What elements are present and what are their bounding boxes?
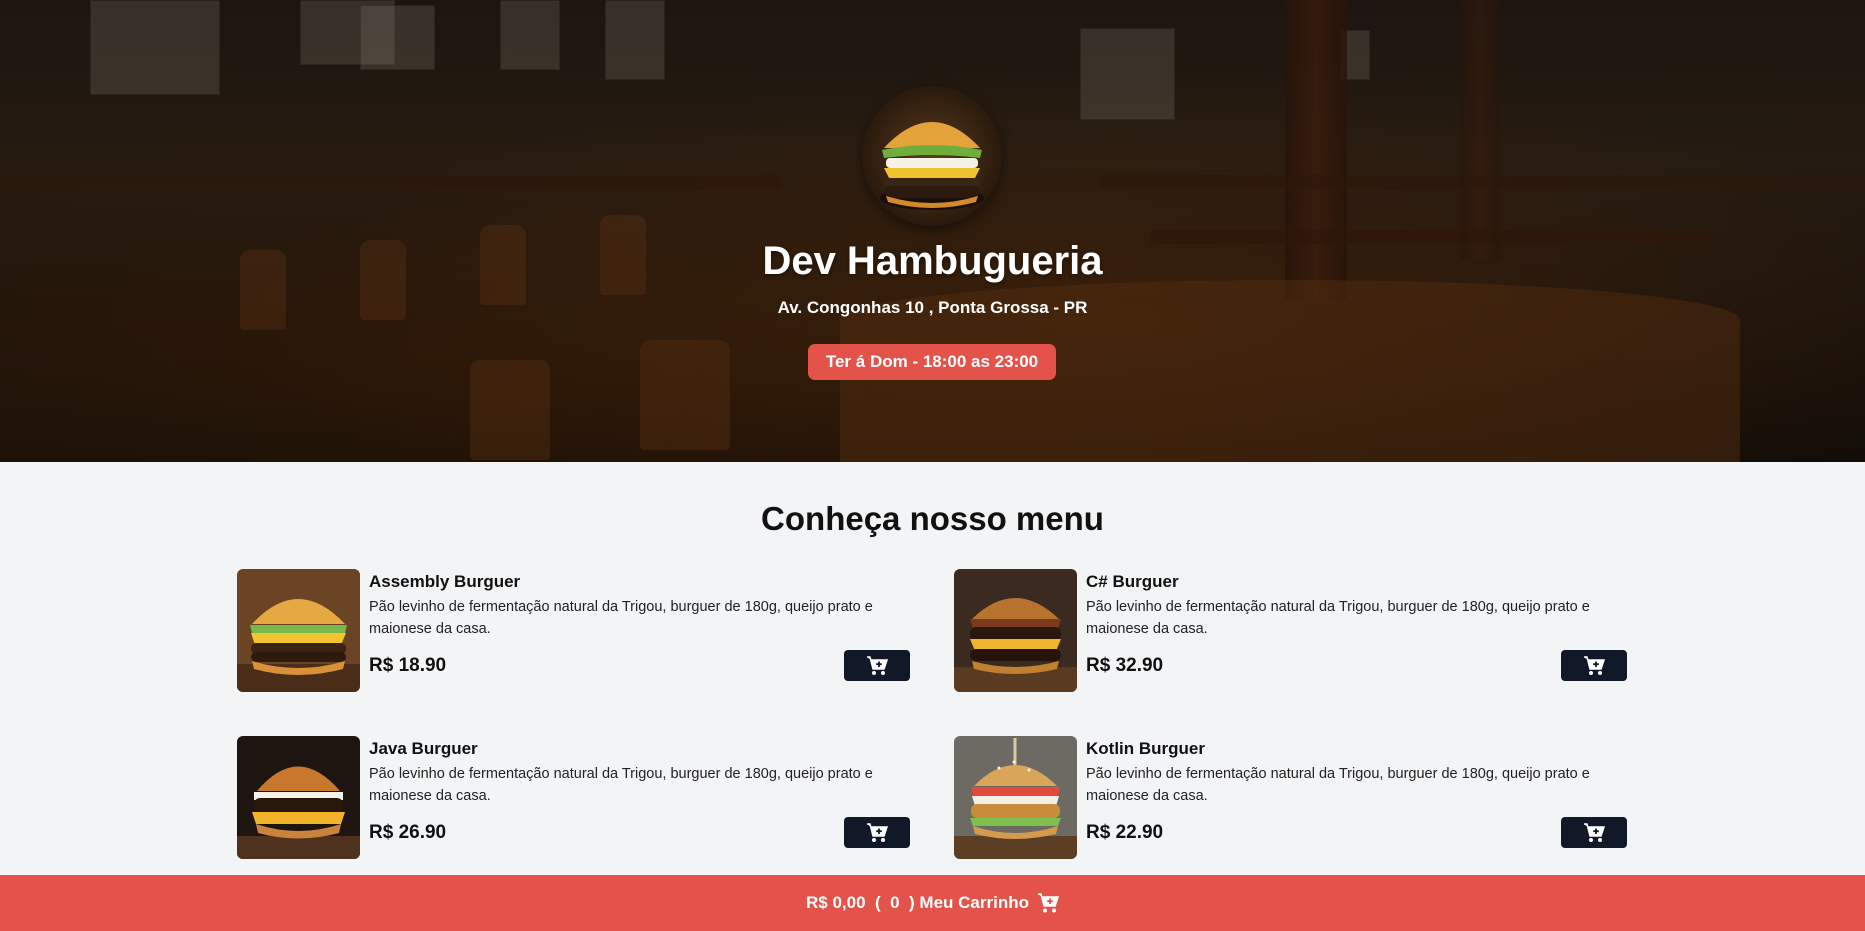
product-price: R$ 18.90 [369,655,447,676]
product-info: Kotlin Burguer Pão levinho de fermentaçã… [1086,736,1627,860]
add-to-cart-button[interactable] [844,650,910,681]
opening-hours-badge: Ter á Dom - 18:00 as 23:00 [808,344,1056,380]
product-image [237,569,360,692]
product-price: R$ 22.90 [1086,822,1164,843]
cart-count-open: ( [865,893,891,912]
burger-logo-icon [880,122,984,210]
product-price: R$ 32.90 [1086,655,1164,676]
product-info: C# Burguer Pão levinho de fermentação na… [1086,569,1627,693]
hero-banner: Dev Hambugueria Av. Congonhas 10 , Ponta… [0,0,1865,462]
cart-plus-icon [1584,822,1605,842]
cart-plus-icon [867,655,888,675]
product-image [954,569,1077,692]
menu-item: Java Burguer Pão levinho de fermentação … [237,736,910,860]
burger-logo [862,86,1002,226]
cart-count: 0 [890,893,900,912]
product-description: Pão levinho de fermentação natural da Tr… [369,766,873,804]
product-name: Assembly Burguer [369,572,521,591]
add-to-cart-button[interactable] [1561,817,1627,848]
product-name: Java Burguer [369,739,478,758]
cart-total: R$ 0,00 [806,893,866,912]
product-info: Java Burguer Pão levinho de fermentação … [369,736,910,860]
add-to-cart-button[interactable] [844,817,910,848]
menu-item: C# Burguer Pão levinho de fermentação na… [954,569,1627,693]
product-image [954,736,1077,859]
product-description: Pão levinho de fermentação natural da Tr… [1086,599,1590,637]
restaurant-name: Dev Hambugueria [762,239,1103,283]
restaurant-address: Av. Congonhas 10 , Ponta Grossa - PR [777,298,1088,317]
cart-plus-icon [867,822,888,842]
cart-icon [1037,892,1059,912]
cart-plus-icon [1584,655,1605,675]
cart-count-close: ) [899,893,920,912]
product-info: Assembly Burguer Pão levinho de fermenta… [369,569,910,693]
product-description: Pão levinho de fermentação natural da Tr… [369,599,873,637]
add-to-cart-button[interactable] [1561,650,1627,681]
product-name: Kotlin Burguer [1086,739,1205,758]
product-description: Pão levinho de fermentação natural da Tr… [1086,766,1590,804]
menu-heading: Conheça nosso menu [761,500,1104,537]
cart-label: Meu Carrinho [919,893,1029,912]
menu-item: Assembly Burguer Pão levinho de fermenta… [237,569,910,693]
product-price: R$ 26.90 [369,822,447,843]
product-image [237,736,360,859]
cart-bar-button[interactable]: R$ 0,00 ( 0 ) Meu Carrinho [0,875,1865,931]
menu-item: Kotlin Burguer Pão levinho de fermentaçã… [954,736,1627,860]
product-name: C# Burguer [1086,572,1179,591]
hero-overlay [0,0,1865,462]
